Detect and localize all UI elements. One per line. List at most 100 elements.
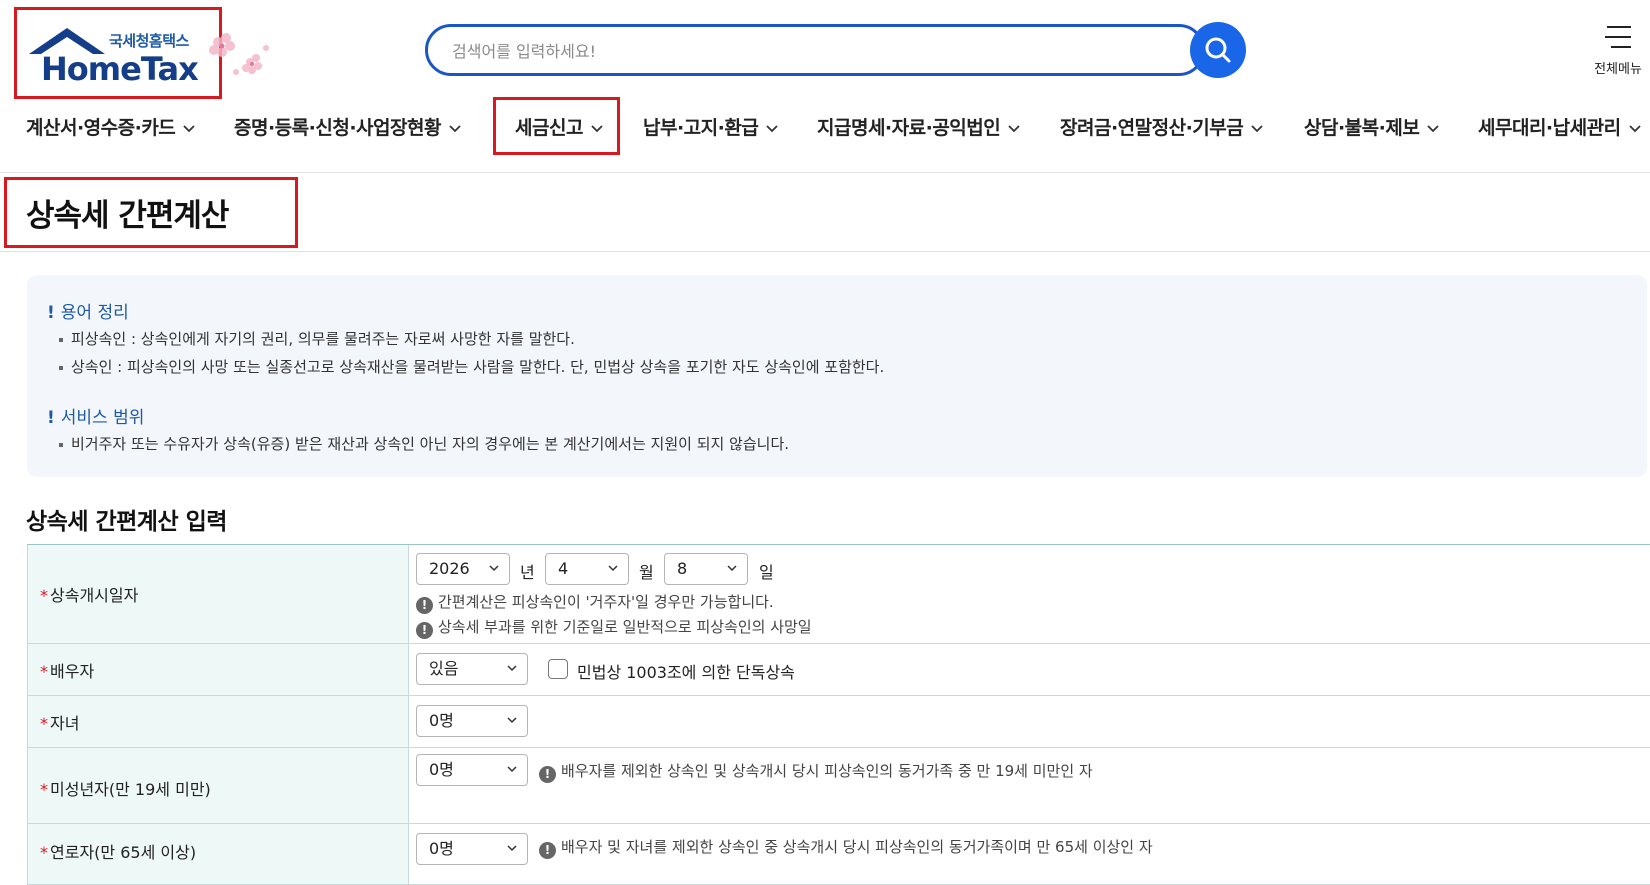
nav-item-incentive[interactable]: 장려금·연말정산·기부금	[1060, 100, 1263, 156]
row-header: * 상속개시일자	[27, 545, 409, 643]
exclamation-icon: !	[47, 408, 55, 428]
title-divider	[0, 251, 1650, 252]
month-unit: 월	[639, 563, 654, 582]
required-star: *	[40, 780, 48, 799]
chevron-down-icon	[507, 665, 517, 672]
form-section-title: 상속세 간편계산 입력	[26, 509, 227, 535]
search-icon	[1205, 37, 1231, 63]
alert-icon: !	[416, 597, 433, 614]
main-nav: 계산서·영수증·카드 증명·등록·신청·사업장현황 세금신고 납부·고지·환급 …	[0, 100, 1650, 156]
nav-item-invoice[interactable]: 계산서·영수증·카드	[26, 100, 195, 156]
chevron-down-icon	[1008, 124, 1020, 132]
info-box: ! 용어 정리 피상속인 : 상속인에게 자기의 권리, 의무를 물려주는 자로써…	[27, 275, 1647, 477]
exclamation-icon: !	[47, 303, 55, 323]
row-header: * 자녀	[27, 696, 409, 747]
sole-inheritance-label[interactable]: 민법상 1003조에 의한 단독상속	[577, 659, 795, 683]
chevron-down-icon	[727, 565, 737, 572]
start-date-label: * 상속개시일자	[40, 586, 139, 605]
minors-label: * 미성년자(만 19세 미만)	[40, 780, 211, 799]
nav-item-agent[interactable]: 세무대리·납세관리	[1478, 100, 1641, 156]
list-item: 상속인 : 피상속인의 사망 또는 실종선고로 상속재산을 물려받는 사람을 말…	[59, 356, 884, 377]
elderly-note: ! 배우자 및 자녀를 제외한 상속인 중 상속개시 당시 피상속인의 동거가족이…	[539, 836, 1153, 859]
start-date-note-2: ! 상속세 부과를 위한 기준일로 일반적으로 피상속인의 사망일	[416, 616, 812, 639]
list-item: 피상속인 : 상속인에게 자기의 권리, 의무를 물려주는 자로써 사망한 자를…	[59, 328, 575, 349]
hometax-logo[interactable]: 국세청홈택스 HomeTax	[14, 7, 222, 99]
spouse-select[interactable]: 있음	[416, 653, 528, 685]
search-button[interactable]	[1190, 22, 1246, 78]
required-star: *	[40, 714, 48, 733]
scope-heading: ! 서비스 범위	[47, 408, 145, 428]
chevron-down-icon	[507, 766, 517, 773]
nav-label: 지급명세·자료·공익법인	[817, 117, 1001, 139]
nav-item-payment[interactable]: 납부·고지·환급	[643, 100, 778, 156]
table-row: * 상속개시일자 2026 년 4 월 8 일 ! 간편계산은 피상속인이 '거주자…	[27, 545, 1650, 644]
minors-select[interactable]: 0명	[416, 754, 528, 786]
nav-highlight-box	[493, 97, 620, 155]
day-unit: 일	[759, 563, 774, 582]
nav-item-statement[interactable]: 지급명세·자료·공익법인	[817, 100, 1020, 156]
alert-icon: !	[539, 842, 556, 859]
nav-label: 증명·등록·신청·사업장현황	[234, 117, 441, 139]
list-item: 비거주자 또는 수유자가 상속(유증) 받은 재산과 상속인 아닌 자의 경우에…	[59, 433, 789, 454]
inheritance-form-table: * 상속개시일자 2026 년 4 월 8 일 ! 간편계산은 피상속인이 '거주자…	[27, 544, 1650, 885]
nav-label: 납부·고지·환급	[643, 117, 759, 139]
alert-icon: !	[539, 766, 556, 783]
row-content: 0명 ! 배우자를 제외한 상속인 및 상속개시 당시 피상속인의 동거가족 중 …	[409, 748, 1650, 823]
nav-label: 상담·불복·제보	[1304, 117, 1420, 139]
all-menu-button[interactable]: 전체메뉴	[1590, 24, 1646, 77]
chevron-down-icon	[1251, 124, 1263, 132]
bullet-icon	[59, 365, 63, 370]
chevron-down-icon	[1628, 124, 1641, 132]
cherry-blossom-icon	[209, 33, 269, 75]
bullet-icon	[59, 337, 63, 342]
row-content: 2026 년 4 월 8 일 ! 간편계산은 피상속인이 '거주자'일 경우만 가…	[409, 545, 1650, 643]
table-row: * 배우자 있음 민법상 1003조에 의한 단독상속	[27, 644, 1650, 696]
chevron-down-icon	[608, 565, 618, 572]
elderly-label: * 연로자(만 65세 이상)	[40, 843, 197, 862]
spouse-label: * 배우자	[40, 662, 95, 681]
logo-english-text: HomeTax	[41, 50, 199, 88]
table-row: * 미성년자(만 19세 미만) 0명 ! 배우자를 제외한 상속인 및 상속개시 …	[27, 748, 1650, 824]
year-unit: 년	[520, 563, 535, 582]
row-content: 있음 민법상 1003조에 의한 단독상속	[409, 644, 1650, 695]
required-star: *	[40, 843, 48, 862]
row-content: 0명	[409, 696, 1650, 747]
start-date-note-1: ! 간편계산은 피상속인이 '거주자'일 경우만 가능합니다.	[416, 591, 774, 614]
row-header: * 미성년자(만 19세 미만)	[27, 748, 409, 823]
year-select[interactable]: 2026	[416, 553, 510, 585]
chevron-down-icon	[183, 124, 195, 132]
elderly-select[interactable]: 0명	[416, 833, 528, 865]
chevron-down-icon	[507, 845, 517, 852]
all-menu-label: 전체메뉴	[1594, 62, 1642, 77]
sole-inheritance-checkbox[interactable]	[548, 659, 568, 679]
month-select[interactable]: 4	[545, 553, 629, 585]
nav-label: 장려금·연말정산·기부금	[1060, 117, 1244, 139]
nav-divider	[0, 172, 1650, 173]
hamburger-menu-icon	[1605, 26, 1631, 48]
chevron-down-icon	[489, 565, 499, 572]
nav-label: 계산서·영수증·카드	[26, 117, 176, 139]
nav-item-consult[interactable]: 상담·불복·제보	[1304, 100, 1439, 156]
children-select[interactable]: 0명	[416, 705, 528, 737]
day-select[interactable]: 8	[664, 553, 748, 585]
terms-heading: ! 용어 정리	[47, 303, 129, 323]
minors-note: ! 배우자를 제외한 상속인 및 상속개시 당시 피상속인의 동거가족 중 만 1…	[539, 760, 1093, 783]
row-header: * 배우자	[27, 644, 409, 695]
row-content: 0명 ! 배우자 및 자녀를 제외한 상속인 중 상속개시 당시 피상속인의 동거…	[409, 824, 1650, 884]
nav-label: 세무대리·납세관리	[1478, 117, 1621, 139]
alert-icon: !	[416, 622, 433, 639]
required-star: *	[40, 586, 48, 605]
nav-item-certificate[interactable]: 증명·등록·신청·사업장현황	[234, 100, 461, 156]
title-highlight-box	[4, 177, 298, 248]
children-label: * 자녀	[40, 714, 80, 733]
required-star: *	[40, 662, 48, 681]
table-row: * 연로자(만 65세 이상) 0명 ! 배우자 및 자녀를 제외한 상속인 중 상…	[27, 824, 1650, 885]
bullet-icon	[59, 442, 63, 447]
search-bar	[425, 24, 1205, 76]
chevron-down-icon	[766, 124, 778, 132]
table-row: * 자녀 0명	[27, 696, 1650, 748]
chevron-down-icon	[507, 717, 517, 724]
logo-korean-text: 국세청홈택스	[109, 32, 189, 50]
search-input[interactable]	[450, 27, 1144, 75]
chevron-down-icon	[449, 124, 461, 132]
